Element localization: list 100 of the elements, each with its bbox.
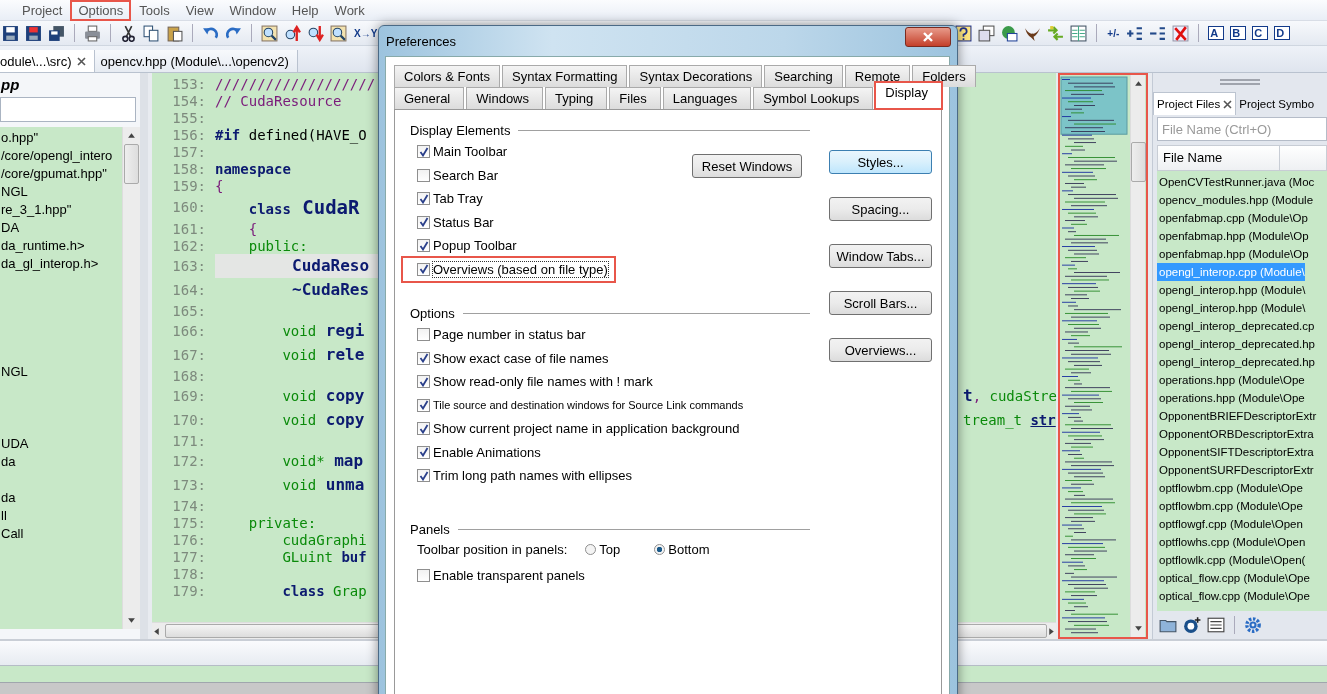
checkbox-label[interactable]: Tile source and destination windows for Source Link commands [433, 399, 813, 411]
file-list-item[interactable]: optflowgf.cpp (Module\Open [1157, 515, 1303, 533]
checkbox[interactable] [417, 145, 430, 159]
dialog-tab[interactable]: Colors & Fonts [394, 65, 500, 87]
dialog-tab[interactable]: Files [609, 87, 661, 109]
checkbox[interactable] [417, 351, 430, 365]
checkbox-label[interactable]: Show current project name in application background [433, 421, 740, 437]
checkbox[interactable] [417, 375, 430, 389]
radio-label[interactable]: Top [599, 542, 621, 557]
file-list-item[interactable]: optical_flow.cpp (Module\Ope [1157, 587, 1310, 605]
project-add-icon[interactable] [1183, 616, 1201, 634]
file-list-item[interactable]: OpenCVTestRunner.java (Moc [1157, 173, 1315, 191]
list-icon[interactable] [1207, 616, 1225, 634]
file-list-item[interactable]: optflowbm.cpp (Module\Ope [1157, 479, 1303, 497]
scroll-thumb[interactable] [124, 144, 139, 184]
tree-item[interactable]: DA [0, 220, 20, 235]
floppy-disks-icon[interactable] [48, 24, 65, 42]
file-list-item[interactable]: OpponentSURFDescriptorExtr [1157, 461, 1314, 479]
file-list-item[interactable]: openfabmap.hpp (Module\Op [1157, 227, 1309, 245]
file-tab[interactable]: odule\...\src) [0, 50, 95, 72]
menu-item[interactable]: View [177, 0, 222, 21]
file-list-item[interactable]: operations.hpp (Module\Ope [1157, 389, 1305, 407]
tree-item[interactable]: /core/opengl_intero [0, 148, 113, 163]
dialog-tab[interactable]: Syntax Formatting [502, 65, 628, 87]
checkbox-label[interactable]: Trim long path names with ellipses [433, 468, 632, 484]
checkbox[interactable] [417, 239, 430, 253]
file-list-item[interactable]: optical_flow.cpp (Module\Ope [1157, 569, 1310, 587]
checkbox-label[interactable]: Popup Toolbar [433, 238, 517, 254]
checkbox-label[interactable]: Search Bar [433, 167, 499, 183]
menu-item[interactable]: Window [221, 0, 284, 21]
file-list-item[interactable]: openfabmap.hpp (Module\Op [1157, 245, 1309, 263]
tree-item[interactable]: re_3_1.hpp" [0, 202, 72, 217]
file-list-item[interactable]: opengl_interop_deprecated.cp [1157, 317, 1315, 335]
file-list-item[interactable]: opengl_interop_deprecated.hp [1157, 353, 1316, 371]
checkbox[interactable] [417, 262, 430, 276]
printer-icon[interactable] [84, 24, 101, 42]
dialog-button[interactable]: Spacing... [829, 197, 932, 221]
dialog-tab[interactable]: Languages [662, 87, 752, 109]
scissors-icon[interactable] [120, 24, 137, 42]
arrows-icon[interactable] [1047, 24, 1065, 42]
dialog-tab[interactable]: Typing [545, 87, 608, 109]
checkbox-label[interactable]: Tab Tray [433, 191, 483, 207]
checkbox-label[interactable]: Enable Animations [433, 444, 541, 460]
toolbar-button[interactable]: B [1230, 26, 1247, 40]
copy-icon[interactable] [143, 24, 160, 42]
dialog-tab[interactable]: Display [875, 82, 942, 109]
checkbox-label[interactable]: Status Bar [433, 214, 494, 230]
dialog-tab[interactable]: Searching [764, 65, 843, 87]
reset-windows-button[interactable]: Reset Windows [692, 154, 802, 178]
radio-button[interactable] [654, 544, 666, 555]
file-tab[interactable]: opencv.hpp (Module\...\opencv2) [94, 50, 298, 72]
magnifier-icon[interactable] [330, 24, 347, 42]
scroll-thumb[interactable] [1130, 142, 1146, 182]
tree-item[interactable]: da_gl_interop.h> [0, 256, 99, 271]
plus-list-icon[interactable] [1126, 24, 1144, 42]
checkbox-label[interactable]: Overviews (based on file type) [433, 261, 608, 277]
checkbox-label[interactable]: Page number in status bar [433, 327, 586, 343]
globe-icon[interactable] [1001, 24, 1019, 42]
minus-list-icon[interactable] [1149, 24, 1167, 42]
tree-item[interactable]: da [0, 454, 16, 469]
checkbox[interactable] [417, 168, 430, 182]
panel-tab[interactable]: Project Symbo [1236, 93, 1318, 115]
menu-item[interactable]: Options [70, 0, 132, 21]
file-list-item[interactable]: operations.hpp (Module\Ope [1157, 371, 1305, 389]
file-list-item[interactable]: OpponentBRIEFDescriptorExtr [1157, 407, 1317, 425]
checkbox[interactable] [417, 328, 430, 342]
close-button[interactable] [905, 27, 951, 47]
search-field[interactable] [0, 97, 136, 122]
tree-item[interactable]: NGL [0, 364, 28, 379]
dialog-tab[interactable]: Symbol Lookups [753, 87, 874, 109]
checkbox[interactable] [417, 192, 430, 206]
checkbox[interactable] [417, 215, 430, 229]
toolbar-button[interactable]: +/- [1106, 27, 1121, 39]
tree-item[interactable]: /core/gpumat.hpp" [0, 166, 107, 181]
checkbox[interactable] [417, 469, 430, 483]
delete-icon[interactable] [1172, 24, 1190, 42]
toolbar-button[interactable]: A [1208, 26, 1225, 40]
file-list-item[interactable]: opengl_interop.hpp (Module\ [1157, 281, 1306, 299]
columns-icon[interactable] [1070, 24, 1088, 42]
checkbox-label[interactable]: Show exact case of file names [433, 350, 609, 366]
file-list-item[interactable]: opengl_interop_deprecated.hp [1157, 335, 1316, 353]
file-list-item[interactable]: OpponentSIFTDescriptorExtra [1157, 443, 1314, 461]
radio-label[interactable]: Bottom [668, 542, 710, 557]
menu-item[interactable]: Tools [131, 0, 178, 21]
file-list-item[interactable]: opencv_modules.hpp (Module [1157, 191, 1314, 209]
dialog-button[interactable]: Styles... [829, 150, 932, 174]
checkbox[interactable] [417, 568, 430, 582]
file-list-item[interactable]: opengl_interop.hpp (Module\ [1157, 299, 1306, 317]
checkbox[interactable] [417, 445, 430, 459]
menu-item[interactable]: Help [283, 0, 327, 21]
clipboard-icon[interactable] [166, 24, 183, 42]
radio-button[interactable] [585, 544, 597, 555]
dialog-button[interactable]: Window Tabs... [829, 244, 932, 268]
help-icon[interactable] [955, 24, 973, 42]
scrollbar[interactable] [1130, 75, 1145, 637]
tree-item[interactable]: UDA [0, 436, 29, 451]
menu-item[interactable]: Work [326, 0, 373, 21]
checkbox-label[interactable]: Main Toolbar [433, 144, 508, 160]
tree-item[interactable]: Call [0, 526, 24, 541]
scrollbar[interactable] [122, 127, 140, 629]
